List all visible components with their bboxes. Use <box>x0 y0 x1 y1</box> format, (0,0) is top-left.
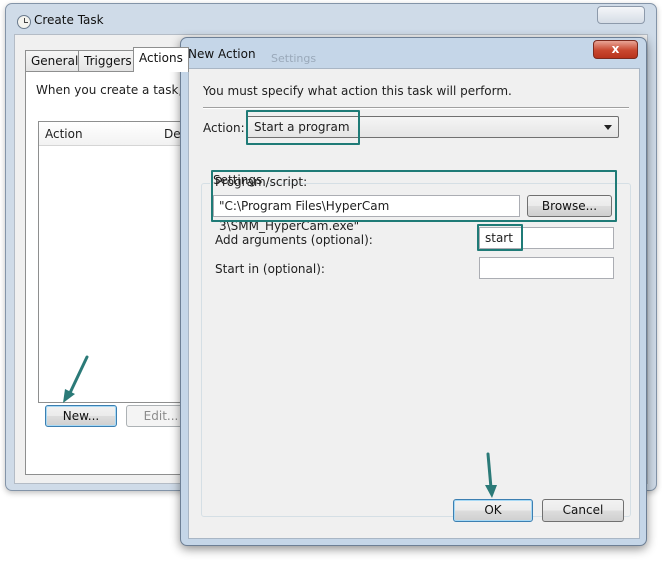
separator <box>203 107 629 109</box>
tab-actions[interactable]: Actions <box>133 47 189 72</box>
list-header: Action De <box>39 122 197 146</box>
actions-description: When you create a task, yo <box>36 83 201 97</box>
tab-triggers[interactable]: Triggers <box>78 50 138 71</box>
arrow-icon <box>63 355 89 403</box>
clock-icon <box>17 15 31 29</box>
dialog-close-button[interactable]: x <box>593 40 638 59</box>
column-header-details[interactable]: De <box>164 127 181 141</box>
background-title-ghost: Settings <box>271 52 317 65</box>
cancel-button[interactable]: Cancel <box>542 499 624 522</box>
ok-button[interactable]: OK <box>453 499 533 522</box>
action-label: Action: <box>203 121 245 135</box>
chevron-down-icon <box>604 125 612 130</box>
window-title: Create Task <box>34 13 104 27</box>
arrow-icon <box>485 452 497 498</box>
highlight-program <box>211 170 617 222</box>
highlight-arguments <box>477 224 523 251</box>
start-in-input[interactable] <box>479 257 614 279</box>
close-button[interactable] <box>597 6 645 24</box>
instruction-text: You must specify what action this task w… <box>203 84 512 98</box>
highlight-action <box>246 110 360 145</box>
dialog-title: New Action <box>188 47 256 61</box>
start-in-label: Start in (optional): <box>215 262 325 276</box>
column-header-action[interactable]: Action <box>45 127 83 141</box>
arguments-label: Add arguments (optional): <box>215 233 373 247</box>
new-action-dialog: Settings New Action x You must specify w… <box>180 37 647 546</box>
new-action-client: You must specify what action this task w… <box>188 68 640 539</box>
tab-general[interactable]: General <box>25 50 85 71</box>
